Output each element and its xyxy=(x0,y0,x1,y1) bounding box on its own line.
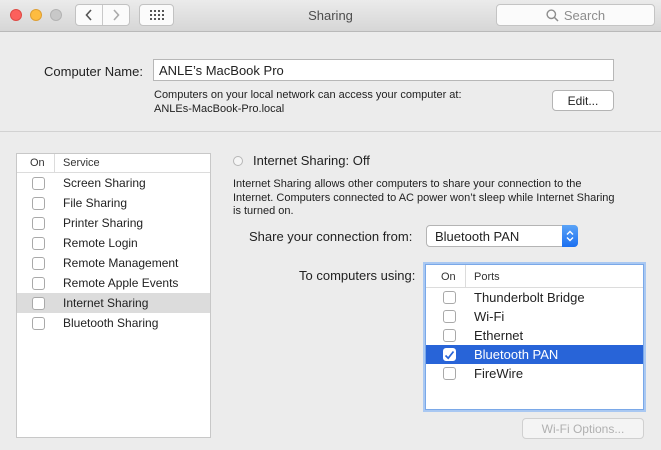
share-from-value: Bluetooth PAN xyxy=(435,229,520,244)
edit-button[interactable]: Edit... xyxy=(552,90,614,111)
grid-icon xyxy=(149,10,164,20)
section-divider xyxy=(0,131,661,132)
search-field[interactable]: Search xyxy=(496,4,655,26)
service-label: Bluetooth Sharing xyxy=(63,316,159,330)
zoom-window-button[interactable] xyxy=(50,9,62,21)
port-row-ethernet[interactable]: Ethernet xyxy=(426,326,643,345)
service-row-screen-sharing[interactable]: Screen Sharing xyxy=(17,173,210,193)
service-row-bluetooth-sharing[interactable]: Bluetooth Sharing xyxy=(17,313,210,333)
port-label: FireWire xyxy=(474,366,524,381)
port-checkbox[interactable] xyxy=(443,329,456,342)
show-all-button[interactable] xyxy=(139,4,174,26)
port-label: Bluetooth PAN xyxy=(474,347,559,362)
to-computers-label: To computers using: xyxy=(299,268,416,283)
service-label: Screen Sharing xyxy=(63,176,146,190)
popup-arrows-icon xyxy=(562,225,578,247)
port-label: Ethernet xyxy=(474,328,524,343)
service-checkbox[interactable] xyxy=(32,276,45,290)
service-label: Remote Management xyxy=(63,256,179,270)
wifi-options-button[interactable]: Wi-Fi Options... xyxy=(522,418,644,439)
share-from-popup[interactable]: Bluetooth PAN xyxy=(426,225,578,247)
service-row-file-sharing[interactable]: File Sharing xyxy=(17,193,210,213)
computer-name-note: Computers on your local network can acce… xyxy=(154,88,462,116)
service-checkbox[interactable] xyxy=(32,196,45,210)
service-checkbox[interactable] xyxy=(32,316,45,330)
service-list-header: On Service xyxy=(17,154,210,173)
port-row-bluetooth-pan[interactable]: Bluetooth PAN xyxy=(426,345,643,364)
service-checkbox[interactable] xyxy=(32,216,45,230)
back-button[interactable] xyxy=(76,5,102,25)
ports-list: On Ports Thunderbolt Bridge Wi-Fi Ethern… xyxy=(425,264,644,410)
service-row-remote-management[interactable]: Remote Management xyxy=(17,253,210,273)
internet-sharing-description: Internet Sharing allows other computers … xyxy=(233,178,615,217)
service-label: Remote Apple Events xyxy=(63,276,179,290)
service-label: Internet Sharing xyxy=(63,296,149,310)
port-checkbox[interactable] xyxy=(443,348,456,361)
computer-name-label: Computer Name: xyxy=(44,64,143,79)
port-row-thunderbolt-bridge[interactable]: Thunderbolt Bridge xyxy=(426,288,643,307)
port-checkbox[interactable] xyxy=(443,291,456,304)
port-checkbox[interactable] xyxy=(443,367,456,380)
search-placeholder: Search xyxy=(563,7,606,23)
internet-sharing-status: Internet Sharing: Off xyxy=(253,153,370,168)
service-row-internet-sharing[interactable]: Internet Sharing xyxy=(17,293,210,313)
title-bar: Sharing Search xyxy=(0,0,661,32)
service-label: File Sharing xyxy=(63,196,128,210)
ports-list-header: On Ports xyxy=(426,265,643,288)
port-checkbox[interactable] xyxy=(443,310,456,323)
port-row-firewire[interactable]: FireWire xyxy=(426,364,643,383)
computer-name-field[interactable]: ANLE’s MacBook Pro xyxy=(153,59,614,81)
service-checkbox[interactable] xyxy=(32,296,45,310)
service-row-remote-apple-events[interactable]: Remote Apple Events xyxy=(17,273,210,293)
service-label: Printer Sharing xyxy=(63,216,144,230)
navigation-buttons xyxy=(75,4,130,26)
column-header-on[interactable]: On xyxy=(426,265,466,287)
column-header-ports[interactable]: Ports xyxy=(466,265,500,287)
service-row-remote-login[interactable]: Remote Login xyxy=(17,233,210,253)
minimize-window-button[interactable] xyxy=(30,9,42,21)
service-checkbox[interactable] xyxy=(32,256,45,270)
chevron-left-icon xyxy=(85,9,92,21)
close-window-button[interactable] xyxy=(10,9,22,21)
column-header-service[interactable]: Service xyxy=(55,154,100,172)
service-label: Remote Login xyxy=(63,236,138,250)
service-row-printer-sharing[interactable]: Printer Sharing xyxy=(17,213,210,233)
port-row-wifi[interactable]: Wi-Fi xyxy=(426,307,643,326)
status-indicator-icon xyxy=(233,156,243,166)
checkmark-icon xyxy=(444,350,455,359)
chevron-right-icon xyxy=(113,9,120,21)
service-list: On Service Screen Sharing File Sharing P… xyxy=(16,153,211,438)
port-label: Wi-Fi xyxy=(474,309,505,324)
computer-name-note-line1: Computers on your local network can acce… xyxy=(154,89,462,101)
column-header-on[interactable]: On xyxy=(17,154,55,172)
local-hostname: ANLEs-MacBook-Pro.local xyxy=(154,103,285,115)
share-from-label: Share your connection from: xyxy=(249,229,413,244)
search-icon xyxy=(546,8,559,22)
port-label: Thunderbolt Bridge xyxy=(474,290,585,305)
service-checkbox[interactable] xyxy=(32,176,45,190)
forward-button[interactable] xyxy=(102,5,129,25)
service-checkbox[interactable] xyxy=(32,236,45,250)
